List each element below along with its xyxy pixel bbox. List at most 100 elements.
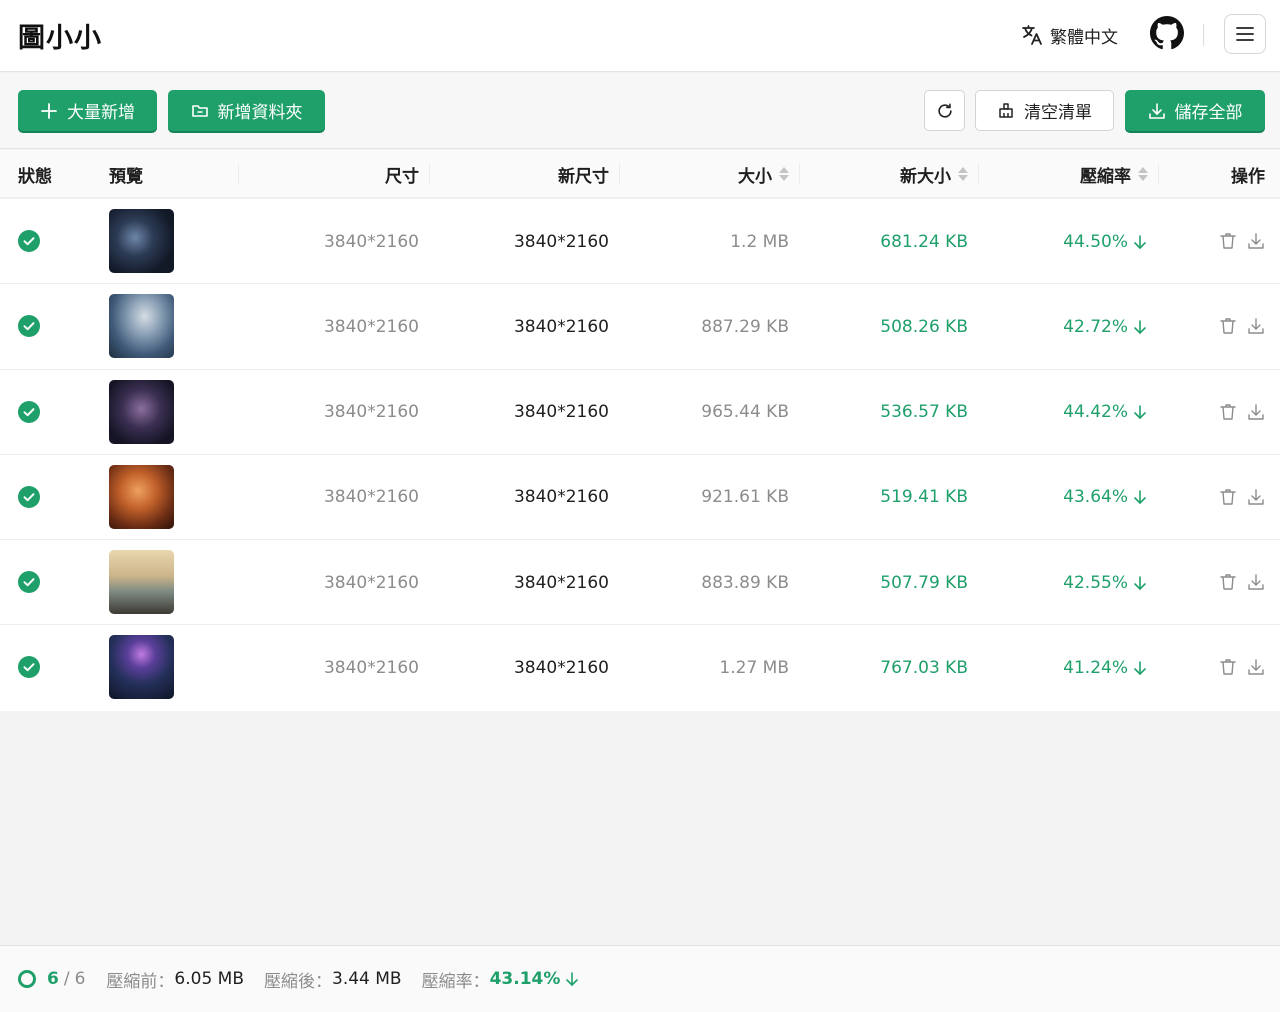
folder-icon <box>191 104 208 117</box>
cell-dimension: 3840*2160 <box>323 657 419 678</box>
trash-icon[interactable] <box>1219 573 1237 591</box>
check-circle-icon <box>18 400 40 423</box>
status-footer: 6 / 6 壓縮前： 6.05 MB 壓縮後： 3.44 MB 壓縮率： 43.… <box>0 945 1280 1012</box>
table-row: 3840*2160 3840*2160 887.29 KB 508.26 KB … <box>0 284 1280 370</box>
preview-thumbnail[interactable] <box>109 379 174 444</box>
count-separator: / <box>63 969 70 989</box>
cell-size: 887.29 KB <box>701 316 789 337</box>
github-icon[interactable] <box>1150 16 1184 50</box>
cell-ratio: 42.55% <box>980 540 1148 625</box>
col-ratio[interactable]: 壓縮率 <box>980 150 1148 198</box>
after-value: 3.44 MB <box>332 969 402 989</box>
table-row: 3840*2160 3840*2160 883.89 KB 507.79 KB … <box>0 540 1280 626</box>
hamburger-icon <box>1236 27 1254 41</box>
clear-list-button[interactable]: 清空清單 <box>975 90 1114 131</box>
check-circle-icon <box>18 315 40 338</box>
trash-icon[interactable] <box>1219 658 1237 676</box>
download-icon[interactable] <box>1247 573 1265 591</box>
col-new-file-size[interactable]: 新大小 <box>801 150 968 198</box>
table-body: 3840*2160 3840*2160 1.2 MB 681.24 KB 44.… <box>0 199 1280 711</box>
trash-icon[interactable] <box>1219 317 1237 335</box>
language-switcher[interactable]: 繁體中文 <box>1020 20 1118 50</box>
header-divider <box>1203 24 1204 46</box>
arrow-down-icon <box>1134 490 1146 505</box>
download-icon[interactable] <box>1247 403 1265 421</box>
col-status: 狀態 <box>18 166 52 187</box>
download-icon[interactable] <box>1247 488 1265 506</box>
refresh-icon <box>937 102 952 118</box>
trash-icon[interactable] <box>1219 403 1237 421</box>
arrow-down-icon <box>566 972 579 987</box>
cell-dimension: 3840*2160 <box>323 402 419 423</box>
arrow-down-icon <box>1134 575 1146 590</box>
add-folder-button[interactable]: 新增資料夾 <box>168 90 325 131</box>
col-file-size[interactable]: 大小 <box>621 150 789 198</box>
arrow-down-icon <box>1134 405 1146 420</box>
before-value: 6.05 MB <box>174 969 244 989</box>
after-label: 壓縮後： <box>264 971 332 992</box>
col-divider <box>1158 164 1159 184</box>
preview-thumbnail[interactable] <box>109 550 174 615</box>
bulk-add-button[interactable]: 大量新增 <box>18 90 157 131</box>
col-new-size: 新尺寸 <box>558 166 609 187</box>
check-circle-icon <box>18 230 40 252</box>
cell-new-dimension: 3840*2160 <box>513 402 609 423</box>
save-all-button[interactable]: 儲存全部 <box>1125 90 1265 131</box>
check-circle-icon <box>18 656 40 679</box>
preview-thumbnail[interactable] <box>109 635 174 700</box>
save-all-label: 儲存全部 <box>1174 103 1243 123</box>
col-divider <box>978 164 979 184</box>
cell-new-dimension: 3840*2160 <box>513 487 609 508</box>
col-size: 尺寸 <box>385 166 419 187</box>
sort-icon[interactable] <box>779 167 789 181</box>
cell-ratio: 43.64% <box>980 455 1148 540</box>
col-divider <box>619 164 620 184</box>
ratio-value: 42.72% <box>1063 316 1128 337</box>
col-divider <box>799 164 800 184</box>
cell-new-size: 681.24 KB <box>880 231 968 252</box>
preview-thumbnail[interactable] <box>109 464 174 529</box>
translate-icon <box>1022 25 1042 45</box>
cell-ratio: 44.42% <box>980 370 1148 455</box>
cell-new-dimension: 3840*2160 <box>513 657 609 678</box>
clear-list-label: 清空清單 <box>1024 103 1092 123</box>
cell-dimension: 3840*2160 <box>323 487 419 508</box>
bulk-add-label: 大量新增 <box>67 103 135 123</box>
col-new-file-size-label: 新大小 <box>900 166 951 187</box>
sort-icon[interactable] <box>958 167 968 181</box>
cell-new-size: 507.79 KB <box>880 572 968 593</box>
trash-icon[interactable] <box>1219 232 1237 250</box>
sort-icon[interactable] <box>1138 167 1148 181</box>
ratio-value: 44.50% <box>1063 231 1128 252</box>
cell-dimension: 3840*2160 <box>323 316 419 337</box>
download-icon <box>1148 102 1165 119</box>
cell-size: 1.2 MB <box>730 231 789 252</box>
download-icon[interactable] <box>1247 317 1265 335</box>
broom-icon <box>999 102 1013 118</box>
download-icon[interactable] <box>1247 658 1265 676</box>
table-row: 3840*2160 3840*2160 921.61 KB 519.41 KB … <box>0 454 1280 541</box>
ratio-value: 42.55% <box>1063 572 1128 593</box>
arrow-down-icon <box>1134 319 1146 334</box>
preview-thumbnail[interactable] <box>109 294 174 359</box>
cell-new-size: 519.41 KB <box>880 487 968 508</box>
add-folder-label: 新增資料夾 <box>217 103 303 123</box>
ratio-total-value: 43.14% <box>489 969 561 989</box>
total-count: 6 <box>74 969 86 989</box>
cell-ratio: 42.72% <box>980 284 1148 369</box>
col-file-size-label: 大小 <box>738 166 772 187</box>
progress-ring-icon <box>18 970 36 988</box>
col-preview: 預覽 <box>109 166 143 187</box>
refresh-button[interactable] <box>924 90 965 131</box>
menu-button[interactable] <box>1224 14 1266 54</box>
table-row: 3840*2160 3840*2160 965.44 KB 536.57 KB … <box>0 369 1280 455</box>
ratio-label: 壓縮率： <box>421 971 490 992</box>
ratio-value: 44.42% <box>1063 402 1128 423</box>
col-divider <box>238 164 239 184</box>
download-icon[interactable] <box>1247 232 1265 250</box>
check-circle-icon <box>18 571 40 594</box>
trash-icon[interactable] <box>1219 488 1237 506</box>
before-label: 壓縮前： <box>106 971 175 992</box>
cell-size: 965.44 KB <box>701 402 789 423</box>
preview-thumbnail[interactable] <box>109 209 174 273</box>
